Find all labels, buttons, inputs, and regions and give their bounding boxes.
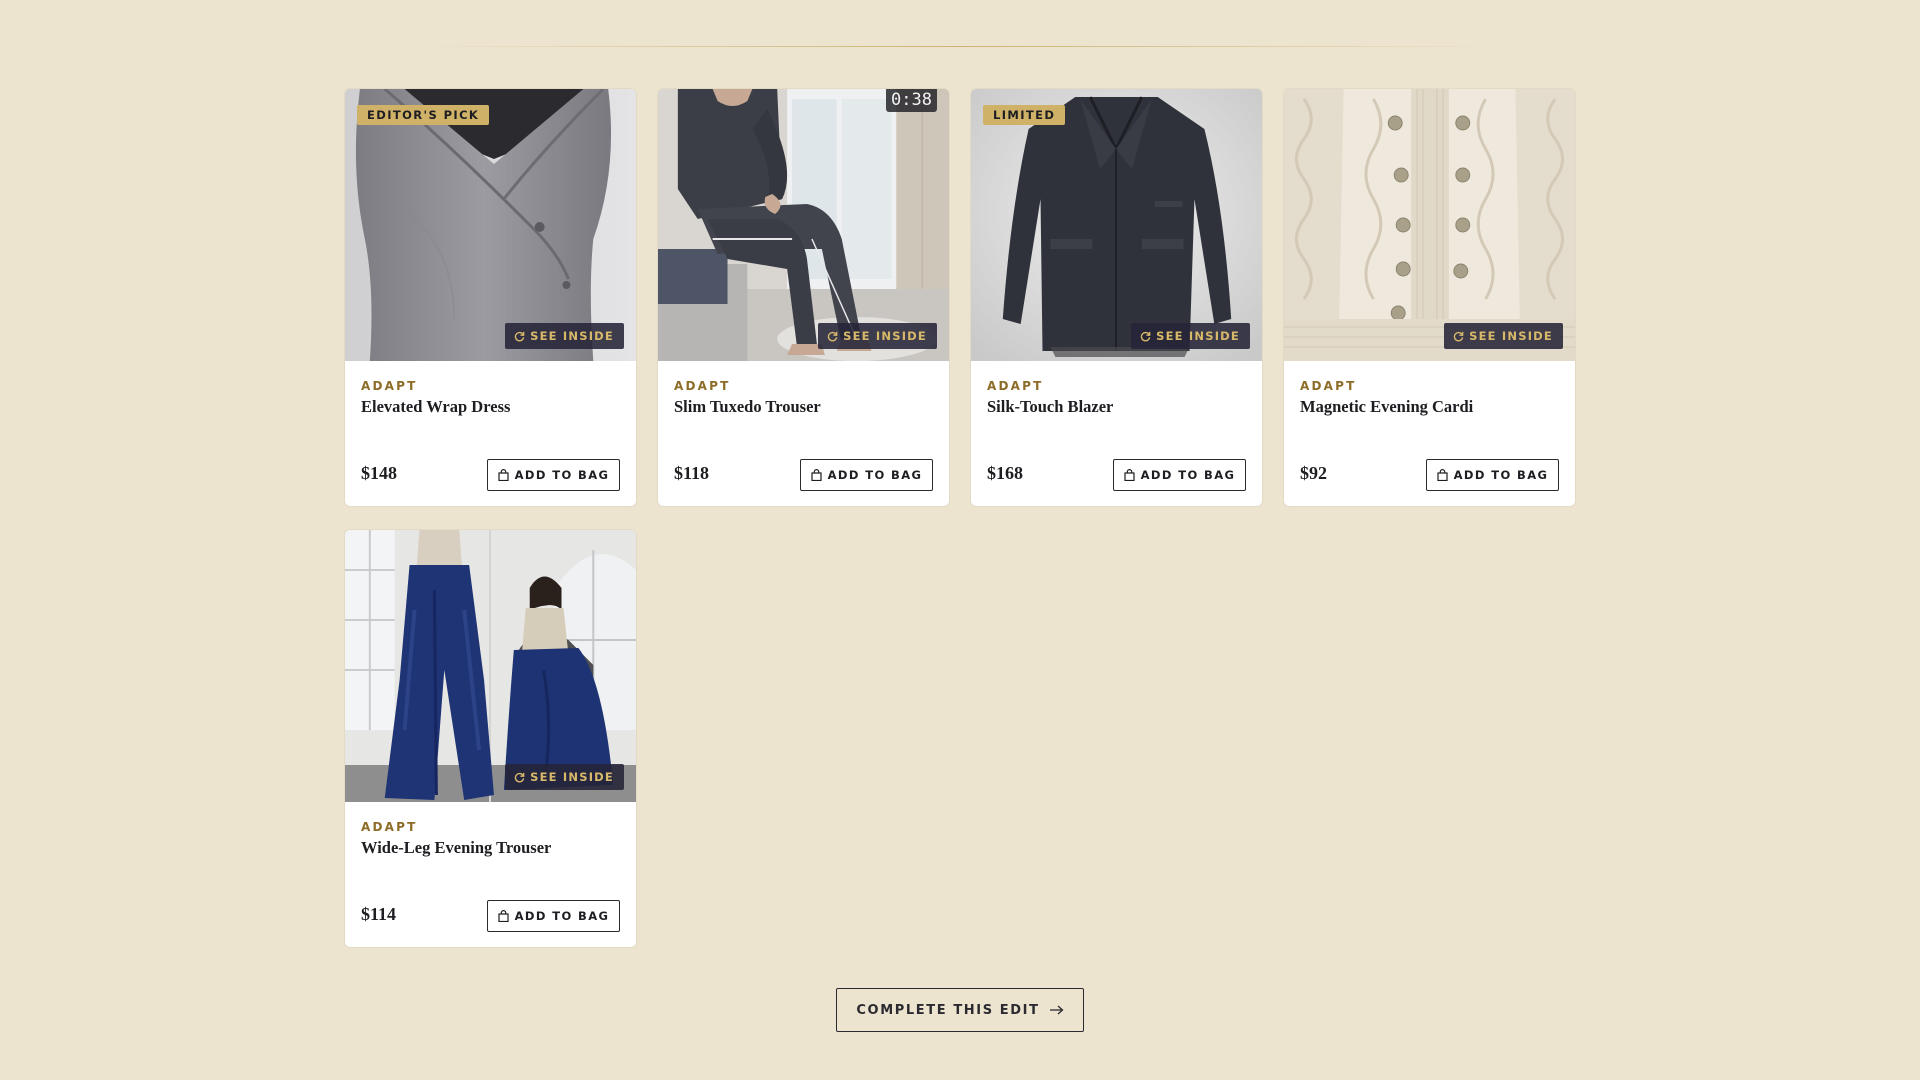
arrow-right-icon [1049,1005,1064,1015]
add-to-bag-button[interactable]: ADD TO BAG [487,459,620,491]
add-to-bag-button[interactable]: ADD TO BAG [800,459,933,491]
product-image[interactable]: SEE INSIDE [345,530,636,802]
tuxedo-trouser-image [658,89,949,361]
rotate-icon [827,331,838,341]
add-to-bag-button[interactable]: ADD TO BAG [1426,459,1559,491]
product-name[interactable]: Slim Tuxedo Trouser [674,397,821,417]
bag-icon [1437,469,1448,481]
product-price: $148 [361,463,397,483]
product-brand: ADAPT [1300,379,1357,393]
top-divider [414,46,1502,47]
cardigan-image [1284,89,1575,361]
product-price: $92 [1300,463,1327,483]
product-image[interactable]: SEE INSIDE [1284,89,1575,361]
product-image[interactable]: EDITOR'S PICK SEE INSIDE [345,89,636,361]
product-card[interactable]: EDITOR'S PICK SEE INSIDE ADAPT Elevated … [344,88,637,507]
see-inside-label: SEE INSIDE [843,329,927,343]
product-name[interactable]: Wide-Leg Evening Trouser [361,838,551,858]
wrap-dress-image [345,89,636,361]
product-info: ADAPT Elevated Wrap Dress $148 ADD TO BA… [345,361,636,506]
add-to-bag-label: ADD TO BAG [1453,468,1549,482]
product-brand: ADAPT [361,379,418,393]
product-grid: EDITOR'S PICK SEE INSIDE ADAPT Elevated … [344,88,1576,948]
product-brand: ADAPT [674,379,731,393]
product-image[interactable]: LIMITED SEE INSIDE [971,89,1262,361]
product-price: $168 [987,463,1023,483]
product-info: ADAPT Slim Tuxedo Trouser $118 ADD TO BA… [658,361,949,506]
product-brand: ADAPT [361,820,418,834]
see-inside-label: SEE INSIDE [530,770,614,784]
editors-pick-badge: EDITOR'S PICK [357,105,490,125]
bag-icon [1124,469,1135,481]
wide-leg-trouser-image [345,530,636,802]
bag-icon [498,910,509,922]
see-inside-button[interactable]: SEE INSIDE [818,323,937,349]
video-timer: 0:38 [886,89,937,112]
product-price: $114 [361,904,397,924]
rotate-icon [1140,331,1151,341]
product-card[interactable]: SEE INSIDE ADAPT Magnetic Evening Cardi … [1283,88,1576,507]
add-to-bag-label: ADD TO BAG [1140,468,1236,482]
see-inside-label: SEE INSIDE [530,329,614,343]
add-to-bag-button[interactable]: ADD TO BAG [1113,459,1246,491]
see-inside-button[interactable]: SEE INSIDE [1131,323,1250,349]
rotate-icon [514,331,525,341]
complete-this-edit-button[interactable]: COMPLETE THIS EDIT [836,988,1084,1032]
product-name[interactable]: Magnetic Evening Cardi [1300,397,1473,417]
see-inside-label: SEE INSIDE [1156,329,1240,343]
product-card[interactable]: LIMITED SEE INSIDE ADAPT Silk-Touch Blaz… [970,88,1263,507]
product-card[interactable]: 0:38 SEE INSIDE ADAPT Slim Tuxedo Trouse… [657,88,950,507]
see-inside-button[interactable]: SEE INSIDE [1444,323,1563,349]
rotate-icon [1453,331,1464,341]
product-info: ADAPT Wide-Leg Evening Trouser $114 ADD … [345,802,636,947]
bag-icon [811,469,822,481]
see-inside-button[interactable]: SEE INSIDE [505,323,624,349]
blazer-image [971,89,1262,361]
see-inside-button[interactable]: SEE INSIDE [505,764,624,790]
rotate-icon [514,772,525,782]
product-info: ADAPT Silk-Touch Blazer $168 ADD TO BAG [971,361,1262,506]
add-to-bag-label: ADD TO BAG [514,468,610,482]
product-brand: ADAPT [987,379,1044,393]
product-price: $118 [674,463,710,483]
bag-icon [498,469,509,481]
product-info: ADAPT Magnetic Evening Cardi $92 ADD TO … [1284,361,1575,506]
product-image[interactable]: 0:38 SEE INSIDE [658,89,949,361]
add-to-bag-button[interactable]: ADD TO BAG [487,900,620,932]
limited-badge: LIMITED [983,105,1066,125]
product-name[interactable]: Elevated Wrap Dress [361,397,510,417]
complete-this-edit-label: COMPLETE THIS EDIT [856,1002,1040,1018]
product-name[interactable]: Silk-Touch Blazer [987,397,1113,417]
add-to-bag-label: ADD TO BAG [827,468,923,482]
product-card[interactable]: SEE INSIDE ADAPT Wide-Leg Evening Trouse… [344,529,637,948]
see-inside-label: SEE INSIDE [1469,329,1553,343]
add-to-bag-label: ADD TO BAG [514,909,610,923]
